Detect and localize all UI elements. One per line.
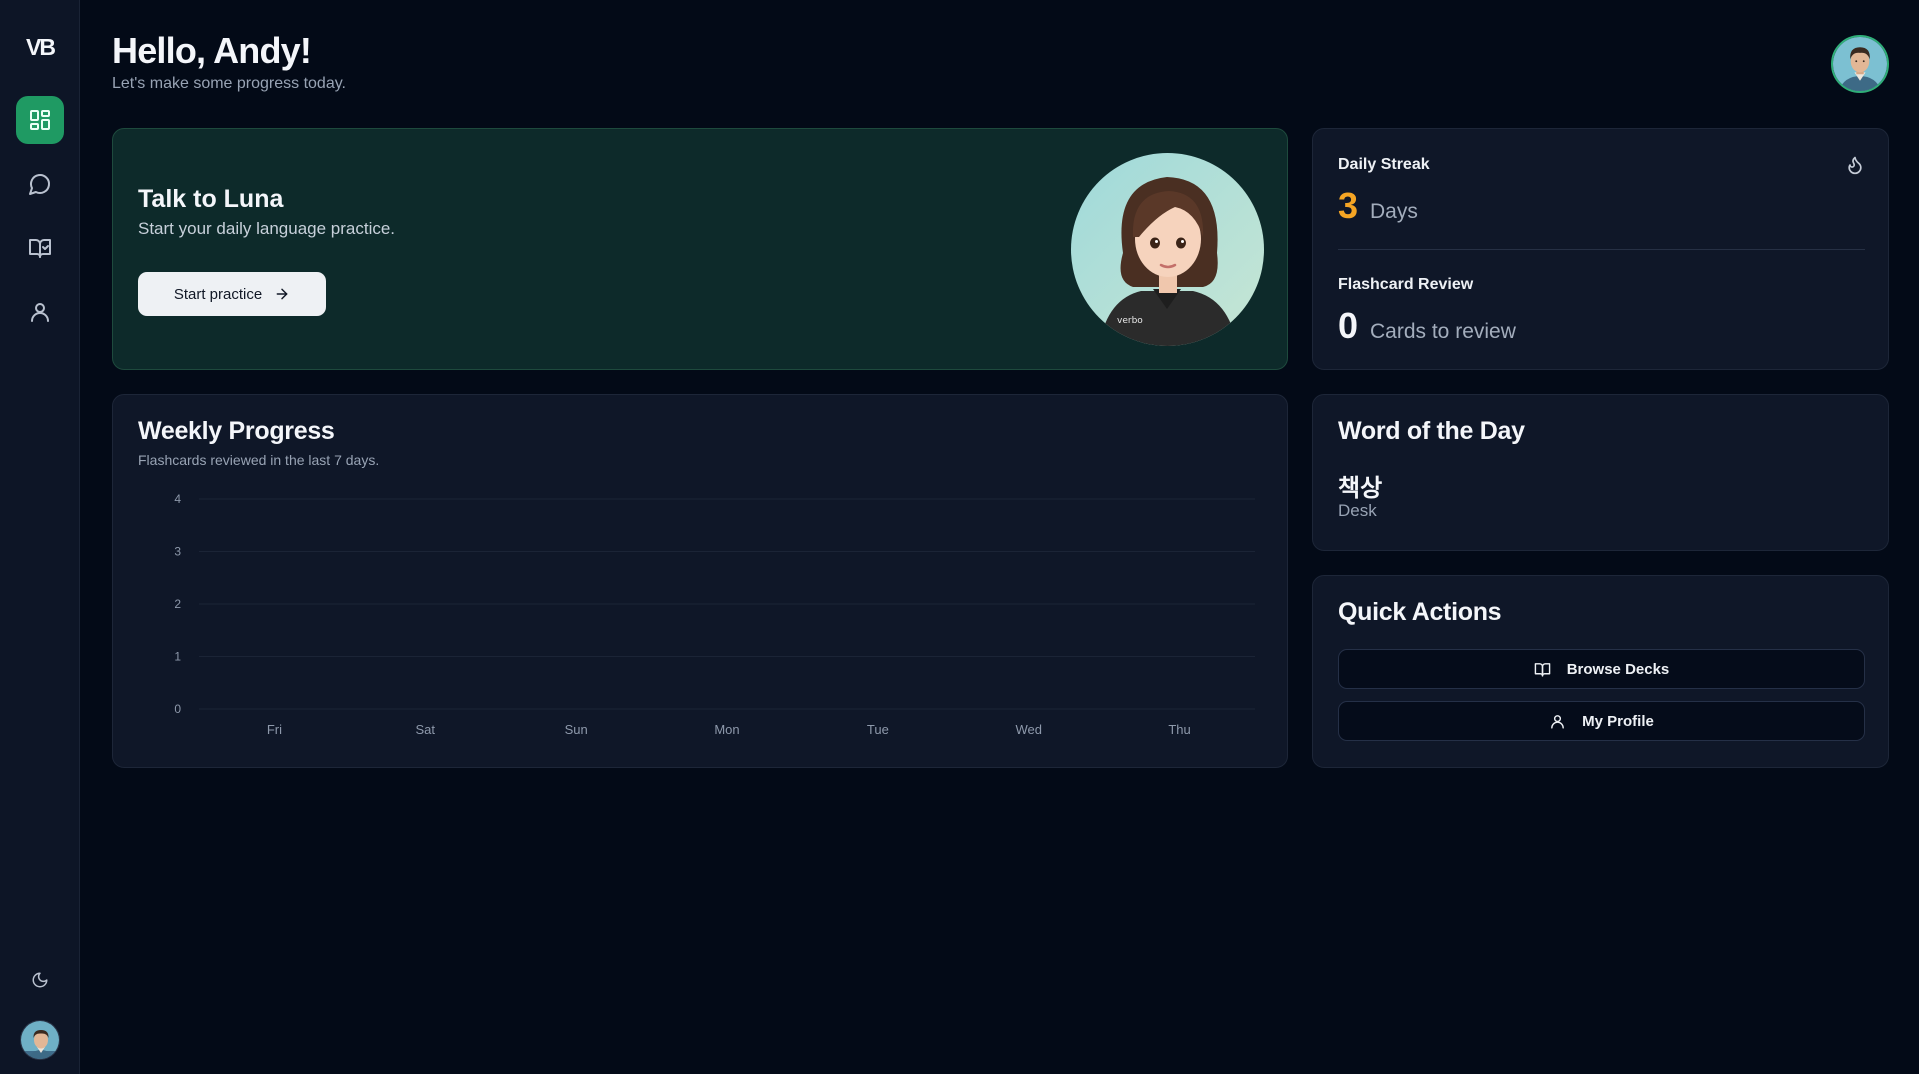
chart-ytick-label: 4 [174,492,181,506]
streak-label: Daily Streak [1338,156,1430,173]
avatar-image [21,1021,59,1059]
luna-badge: verbo [1117,316,1143,326]
my-profile-label: My Profile [1582,712,1654,730]
weekly-progress-card: Weekly Progress Flashcards reviewed in t… [112,394,1288,768]
quick-actions-title: Quick Actions [1338,598,1502,626]
word-of-the-day-card: Word of the Day 책상 Desk [1312,394,1889,551]
book-check-icon [29,239,51,258]
moon-icon [32,972,48,988]
start-practice-button[interactable]: Start practice [138,272,326,316]
arrow-right-icon [276,288,288,300]
dashboard-icon [30,110,50,130]
nav-profile[interactable] [16,288,64,336]
chart-xtick-label: Sat [416,722,436,737]
browse-decks-button[interactable]: Browse Decks [1338,649,1865,689]
luna-avatar: verbo [1071,153,1264,346]
flame-icon [1848,156,1862,175]
flashcard-value: 0 [1338,305,1359,346]
start-practice-label: Start practice [173,285,263,303]
talk-to-luna-card: Talk to Luna Start your daily language p… [112,128,1288,370]
chart-xtick-label: Sun [565,722,588,737]
chart-xtick-label: Mon [714,722,739,737]
chart-ytick-label: 1 [174,650,181,664]
avatar-image [1833,37,1887,91]
sidebar: VB [0,0,80,1074]
chart-ytick-label: 2 [174,597,181,611]
chart-xtick-label: Fri [267,722,282,737]
chart-ytick-label: 0 [174,702,181,716]
theme-toggle[interactable] [16,956,64,1004]
wotd-title: Word of the Day [1338,417,1525,445]
flashcard-unit: Cards to review [1370,320,1516,343]
nav-decks[interactable] [16,224,64,272]
header-avatar[interactable] [1831,35,1889,93]
page-title: Hello, Andy! [112,30,312,71]
hero-title: Talk to Luna [138,185,284,213]
wotd-meaning: Desk [1338,501,1377,520]
chat-icon [29,174,50,195]
user-icon [31,303,49,322]
nav-dashboard[interactable] [16,96,64,144]
streak-value: 3 [1338,185,1359,226]
flashcard-label: Flashcard Review [1338,276,1474,293]
nav-chat[interactable] [16,160,64,208]
chart-ytick-label: 3 [174,545,181,559]
wotd-word: 책상 [1338,475,1383,502]
app-root: VB Hello, Andy! Let's make some progress… [0,0,1919,1074]
page-subtitle: Let's make some progress today. [112,75,346,92]
user-icon [1551,714,1565,729]
streak-unit: Days [1370,200,1418,223]
logo[interactable]: VB [0,34,80,61]
hero-subtitle: Start your daily language practice. [138,219,396,238]
book-open-icon [1534,662,1551,677]
my-profile-button[interactable]: My Profile [1338,701,1865,741]
weekly-chart: 0 1 2 3 4 Fri Sat Sun Mon Tue Wed Thu [174,492,1255,737]
stats-card: Daily Streak 3 Days Flashcard Review 0 C… [1312,128,1889,370]
chart-xtick-label: Thu [1168,722,1190,737]
quick-actions-card: Quick Actions Browse Decks My Profile [1312,575,1889,768]
chart-xtick-label: Wed [1015,722,1042,737]
stats-divider [1338,249,1865,250]
browse-decks-label: Browse Decks [1566,660,1670,678]
sidebar-avatar[interactable] [20,1020,60,1060]
chart-xtick-label: Tue [867,722,889,737]
